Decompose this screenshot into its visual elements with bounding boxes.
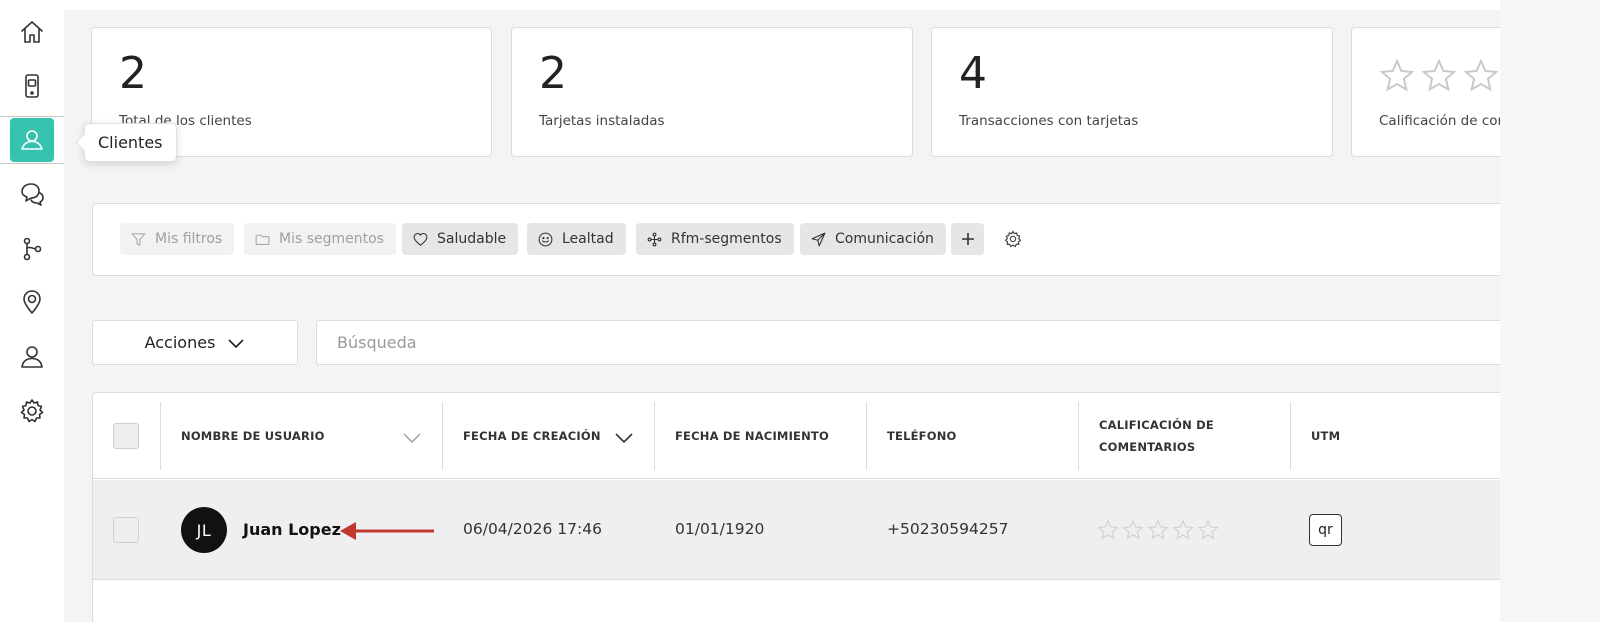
- star-icon: [1379, 58, 1415, 92]
- chevron-down-icon: [615, 433, 633, 444]
- cell-birthdate: 01/01/1920: [675, 520, 765, 538]
- mobile-card-icon: [25, 74, 39, 98]
- rating-stars: [1379, 58, 1499, 94]
- stat-card-installed-cards: 2 Tarjetas instaladas: [511, 27, 913, 157]
- chip-label: Saludable: [437, 231, 507, 247]
- star-icon: [1172, 519, 1194, 540]
- gear-icon: [1004, 230, 1022, 248]
- sort-chevron-icon[interactable]: [402, 427, 422, 447]
- search-input[interactable]: [316, 320, 1500, 365]
- star-icon: [1463, 58, 1499, 92]
- nav-clients[interactable]: [10, 118, 54, 162]
- column-header-username[interactable]: NOMBRE DE USUARIO: [181, 393, 341, 479]
- nav-home[interactable]: [10, 10, 54, 54]
- annotation-arrow: [340, 522, 434, 540]
- column-separator: [442, 402, 443, 470]
- chip-rfm-segments[interactable]: Rfm-segmentos: [636, 223, 794, 255]
- location-pin-icon: [23, 290, 41, 314]
- column-header-created[interactable]: FECHA DE CREACIÓN: [463, 393, 613, 479]
- chip-communication[interactable]: Comunicación: [800, 223, 946, 255]
- stat-label: Calificación de comentarios: [1379, 113, 1500, 129]
- chip-my-segments[interactable]: Mis segmentos: [244, 223, 396, 255]
- chip-label: Comunicación: [835, 231, 934, 247]
- filter-icon: [131, 232, 146, 246]
- column-header-rating: CALIFICACIÓN DE COMENTARIOS: [1099, 418, 1214, 454]
- nav-settings[interactable]: [10, 389, 54, 433]
- gear-icon: [20, 399, 44, 423]
- heart-icon: [413, 232, 428, 246]
- nav-locations[interactable]: [10, 280, 54, 324]
- avatar: JL: [181, 507, 227, 553]
- select-all-checkbox[interactable]: [113, 423, 139, 449]
- row-rating-stars: [1097, 519, 1219, 541]
- utm-qr-button[interactable]: qr: [1309, 514, 1342, 546]
- chip-my-filters[interactable]: Mis filtros: [120, 223, 235, 255]
- nav-flows[interactable]: [10, 227, 54, 271]
- chip-label: Lealtad: [562, 231, 614, 247]
- clients-icon: [21, 130, 43, 150]
- chat-icon: [21, 183, 44, 206]
- chip-label: Mis filtros: [155, 231, 223, 247]
- column-separator: [1290, 402, 1291, 470]
- column-separator: [160, 402, 161, 470]
- column-header-phone: TELÉFONO: [887, 429, 957, 443]
- stat-card-rating: Calificación de comentarios: [1351, 27, 1500, 157]
- stat-value: 2: [119, 48, 147, 99]
- chip-saludable[interactable]: Saludable: [402, 223, 519, 255]
- clients-table: NOMBRE DE USUARIO FECHA DE CREACIÓN FECH…: [92, 392, 1500, 622]
- table-row[interactable]: JL Juan Lopez 06/04/2026 17:46 01/01/192…: [93, 480, 1500, 580]
- star-icon: [1421, 58, 1457, 92]
- filter-settings-button[interactable]: [1003, 229, 1023, 249]
- column-separator: [654, 402, 655, 470]
- table-header: NOMBRE DE USUARIO FECHA DE CREACIÓN FECH…: [93, 393, 1500, 479]
- column-separator: [1078, 402, 1079, 470]
- user-name-link[interactable]: Juan Lopez: [243, 520, 341, 539]
- star-icon: [1147, 519, 1169, 540]
- stat-label: Tarjetas instaladas: [539, 113, 665, 129]
- folder-icon: [255, 234, 270, 245]
- chevron-down-icon: [228, 338, 244, 348]
- sidebar: [0, 0, 64, 622]
- chip-label: Rfm-segmentos: [671, 231, 782, 247]
- chip-lealtad[interactable]: Lealtad: [527, 223, 626, 255]
- plus-icon: [961, 233, 974, 245]
- smile-icon: [538, 232, 553, 246]
- segments-icon: [647, 232, 662, 246]
- nav-separator: [0, 116, 64, 117]
- cell-created: 06/04/2026 17:46: [463, 520, 602, 538]
- add-filter-button[interactable]: [951, 223, 984, 255]
- stat-value: 4: [959, 48, 987, 99]
- filter-panel: Mis filtros Mis segmentos Saludable Leal…: [92, 203, 1500, 276]
- actions-dropdown[interactable]: Acciones: [92, 320, 298, 365]
- nav-tooltip: Clientes: [84, 123, 177, 162]
- column-header-birthdate: FECHA DE NACIMIENTO: [675, 429, 829, 443]
- sort-chevron-icon[interactable]: [614, 427, 634, 447]
- star-icon: [1097, 519, 1119, 540]
- right-background: [1500, 0, 1600, 622]
- nav-cards[interactable]: [10, 64, 54, 108]
- stat-label: Transacciones con tarjetas: [959, 113, 1139, 129]
- nav-chat[interactable]: [10, 172, 54, 216]
- branch-icon: [23, 237, 42, 261]
- nav-profile[interactable]: [10, 335, 54, 379]
- actions-label: Acciones: [144, 333, 216, 352]
- column-separator: [866, 402, 867, 470]
- user-profile-icon: [21, 346, 43, 368]
- chevron-down-icon: [403, 433, 421, 444]
- star-icon: [1122, 519, 1144, 540]
- chip-label: Mis segmentos: [279, 231, 384, 247]
- nav-separator: [0, 163, 64, 164]
- stat-value: 2: [539, 48, 567, 99]
- home-icon: [21, 21, 43, 43]
- stat-card-card-transactions: 4 Transacciones con tarjetas: [931, 27, 1333, 157]
- send-icon: [811, 232, 826, 246]
- cell-phone: +50230594257: [887, 520, 1009, 538]
- main-content: 2 Total de los clientes 2 Tarjetas insta…: [64, 10, 1500, 622]
- column-header-utm: UTM: [1311, 429, 1341, 443]
- star-icon: [1197, 519, 1219, 540]
- row-checkbox[interactable]: [113, 517, 139, 543]
